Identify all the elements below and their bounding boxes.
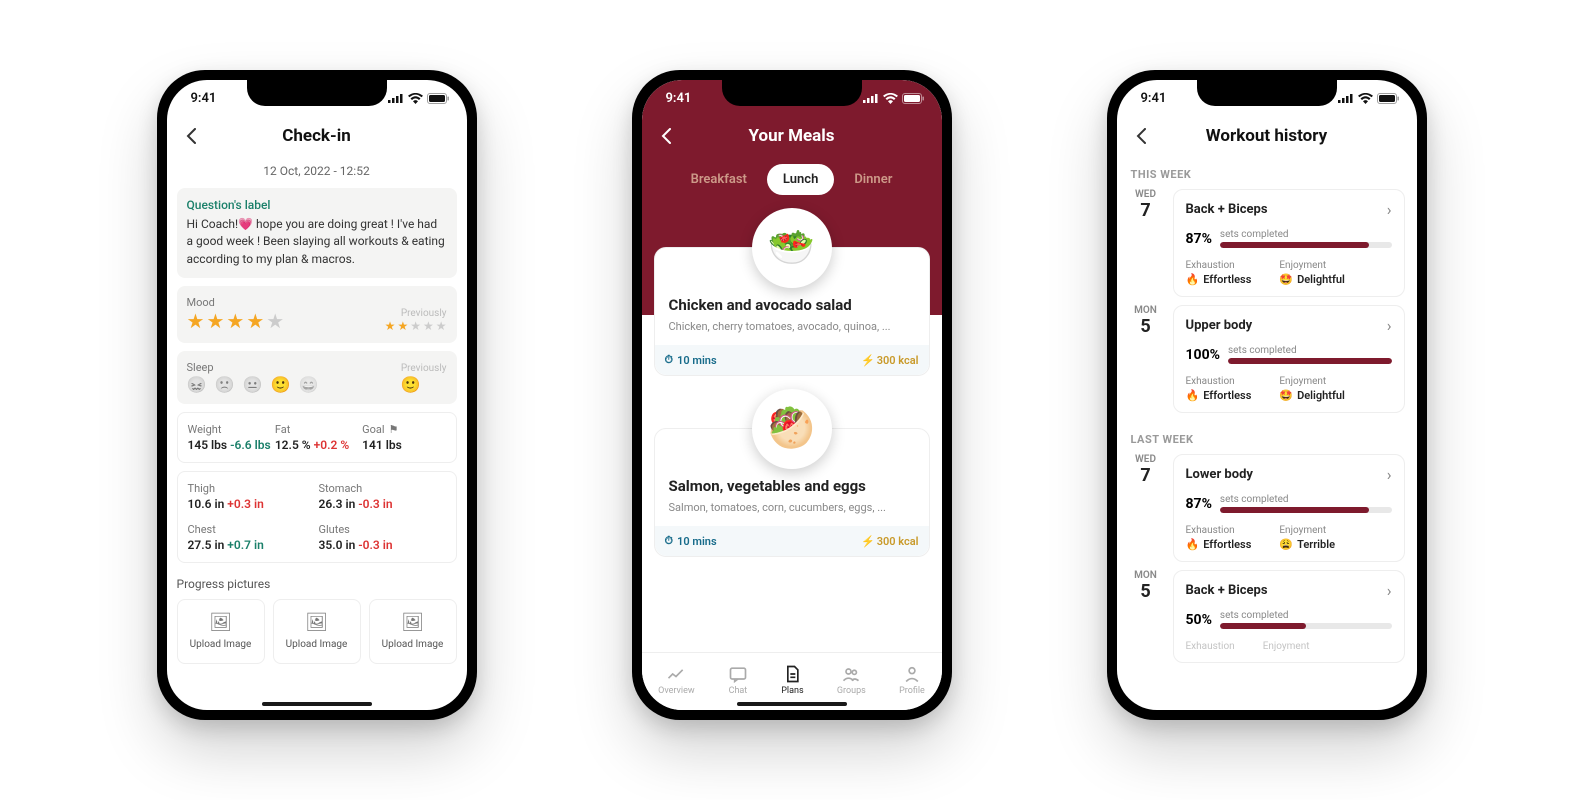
meal-title: Salmon, vegetables and eggs xyxy=(669,477,915,495)
status-time: 9:41 xyxy=(191,91,217,106)
workout-card[interactable]: Lower body › 87% sets completed Exhausti… xyxy=(1173,454,1405,562)
signal-icon xyxy=(388,93,404,103)
mood-label: Mood xyxy=(187,296,285,309)
meal-card[interactable]: 🥗 Chicken and avocado salad Chicken, che… xyxy=(654,247,930,376)
body-metrics-card-2: Thigh 10.6 in +0.3 in Stomach 26.3 in -0… xyxy=(177,471,457,563)
section-last-week: LAST WEEK xyxy=(1129,421,1405,454)
question-card: Question's label Hi Coach!💗 hope you are… xyxy=(177,188,457,278)
clock-icon: ⏱ xyxy=(665,353,674,367)
battery-icon xyxy=(427,93,449,104)
sleep-card: Sleep 😖 🙁 😐 🙂 😄 Previously 🙂 xyxy=(177,351,457,404)
meal-image: 🥗 xyxy=(752,208,832,288)
upload-image-icon: 🖼 xyxy=(182,612,260,633)
progress-label: Progress pictures xyxy=(177,571,457,599)
tab-dinner[interactable]: Dinner xyxy=(838,164,908,195)
tab-overview[interactable]: Overview xyxy=(658,664,694,696)
phone-history: 9:41 Workout history THIS WEEK WED 7 xyxy=(1107,70,1427,720)
meal-ingredients: Chicken, cherry tomatoes, avocado, quino… xyxy=(669,320,915,333)
bolt-icon: ⚡ xyxy=(861,354,875,367)
chevron-right-icon: › xyxy=(1387,316,1392,335)
tab-breakfast[interactable]: Breakfast xyxy=(675,164,763,195)
workout-card[interactable]: Back + Biceps › 50% sets completed Exhau… xyxy=(1173,570,1405,663)
phone-meals: 9:41 Your Meals Breakfast Lunch Dinner 🥗… xyxy=(632,70,952,720)
tab-profile[interactable]: Profile xyxy=(899,664,925,696)
upload-image-button[interactable]: 🖼 Upload Image xyxy=(177,599,265,664)
status-time: 9:41 xyxy=(666,91,692,106)
back-button[interactable] xyxy=(654,124,678,148)
meal-ingredients: Salmon, tomatoes, corn, cucumbers, eggs,… xyxy=(669,501,915,514)
back-button[interactable] xyxy=(1129,124,1153,148)
sleep-previous: 🙂 xyxy=(401,374,447,394)
notch xyxy=(247,80,387,106)
meal-tabs: Breakfast Lunch Dinner xyxy=(642,156,942,195)
page-title: Workout history xyxy=(1206,126,1327,146)
clock-icon: ⏱ xyxy=(665,534,674,548)
page-title: Your Meals xyxy=(749,126,835,146)
body-metrics-card-1: Weight 145 lbs -6.6 lbs Fat 12.5 % +0.2 … xyxy=(177,412,457,463)
emoji-icon: 🤩 xyxy=(1279,273,1293,286)
tab-lunch[interactable]: Lunch xyxy=(767,164,834,195)
checkin-timestamp: 12 Oct, 2022 - 12:52 xyxy=(177,156,457,188)
upload-image-icon: 🖼 xyxy=(374,612,452,633)
mood-rating[interactable]: ★★★★★ xyxy=(187,309,285,333)
upload-image-icon: 🖼 xyxy=(278,612,356,633)
chevron-right-icon: › xyxy=(1387,200,1392,219)
sleep-label: Sleep xyxy=(187,361,319,374)
meal-card[interactable]: 🥙 Salmon, vegetables and eggs Salmon, to… xyxy=(654,428,930,557)
flag-icon: ⚑ xyxy=(389,423,399,436)
workout-card[interactable]: Upper body › 100% sets completed Exhaust… xyxy=(1173,305,1405,413)
day-block: WED 7 xyxy=(1129,189,1163,297)
section-this-week: THIS WEEK xyxy=(1129,156,1405,189)
status-time: 9:41 xyxy=(1141,91,1167,106)
home-indicator[interactable] xyxy=(737,702,847,706)
chevron-right-icon: › xyxy=(1387,465,1392,484)
previously-label: Previously xyxy=(385,308,447,319)
wifi-icon xyxy=(408,93,423,104)
tab-plans[interactable]: Plans xyxy=(781,664,803,696)
chevron-right-icon: › xyxy=(1387,581,1392,600)
sleep-rating[interactable]: 😖 🙁 😐 🙂 😄 xyxy=(187,374,319,394)
phone-checkin: 9:41 Check-in 12 Oct, 2022 - 12:52 Quest… xyxy=(157,70,477,720)
question-label: Question's label xyxy=(187,198,447,212)
tab-groups[interactable]: Groups xyxy=(837,664,866,696)
notch xyxy=(722,80,862,106)
home-indicator[interactable] xyxy=(262,702,372,706)
tab-chat[interactable]: Chat xyxy=(728,664,748,696)
upload-image-button[interactable]: 🖼 Upload Image xyxy=(369,599,457,664)
fire-icon: 🔥 xyxy=(1186,273,1200,286)
page-title: Check-in xyxy=(282,126,351,146)
question-text: Hi Coach!💗 hope you are doing great ! I'… xyxy=(187,216,447,268)
upload-image-button[interactable]: 🖼 Upload Image xyxy=(273,599,361,664)
meal-title: Chicken and avocado salad xyxy=(669,296,915,314)
meal-image: 🥙 xyxy=(752,389,832,469)
bolt-icon: ⚡ xyxy=(861,535,875,548)
notch xyxy=(1197,80,1337,106)
workout-card[interactable]: Back + Biceps › 87% sets completed Exhau… xyxy=(1173,189,1405,297)
mood-previous-rating: ★★★★★ xyxy=(385,319,447,333)
mood-card: Mood ★★★★★ Previously ★★★★★ xyxy=(177,286,457,343)
back-button[interactable] xyxy=(179,124,203,148)
